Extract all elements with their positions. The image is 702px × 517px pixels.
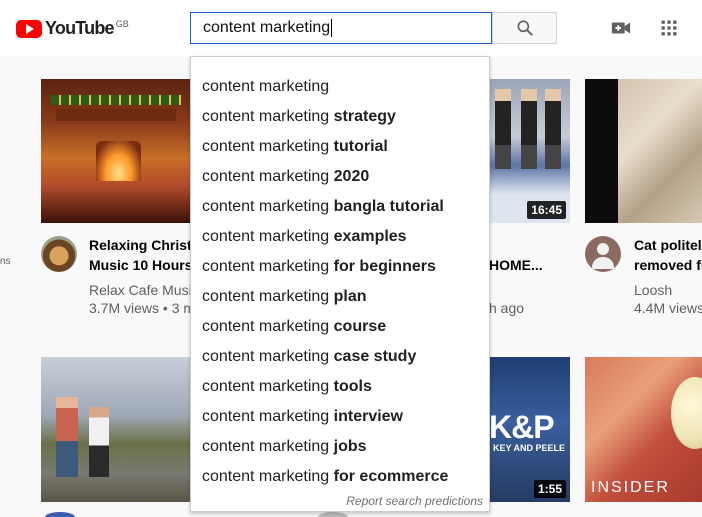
figure-shape	[545, 89, 561, 169]
top-bar: YouTube GB content marketing	[0, 0, 702, 56]
suggestion-completion-text: plan	[333, 288, 367, 305]
youtube-logo[interactable]: YouTube GB	[16, 18, 129, 39]
suggestion-completion-text: bangla tutorial	[333, 198, 444, 215]
apps-grid-icon	[661, 20, 677, 36]
suggestion-item[interactable]: content marketing jobs	[191, 432, 489, 462]
video-title-line[interactable]: Cat politely	[634, 235, 702, 255]
video-thumbnail-dock[interactable]	[41, 357, 190, 502]
video-title-line[interactable]: Music 10 Hours	[89, 255, 190, 275]
figure-shape	[495, 89, 511, 169]
channel-avatar[interactable]	[585, 236, 621, 272]
suggestion-query-text: content marketing	[202, 378, 330, 395]
suggestion-item[interactable]: content marketing for beginners	[191, 252, 489, 282]
suggestion-query-text: content marketing	[202, 198, 330, 215]
channel-name[interactable]: Loosh	[634, 281, 702, 299]
search-button[interactable]	[492, 12, 557, 44]
suggestion-item[interactable]: content marketing bangla tutorial	[191, 192, 489, 222]
suggestion-completion-text: tutorial	[333, 138, 388, 155]
suggestion-completion-text: examples	[333, 228, 407, 245]
suggestion-item[interactable]: content marketing case study	[191, 342, 489, 372]
suggestion-completion-text: course	[333, 318, 387, 335]
fire-shape	[96, 141, 141, 181]
suggestion-item[interactable]: content marketing tutorial	[191, 132, 489, 162]
video-meta: 4.4M views	[634, 300, 702, 316]
suggestion-query-text: content marketing	[202, 348, 330, 365]
suggestion-query-text: content marketing	[202, 168, 330, 185]
channel-avatar-partial[interactable]	[318, 512, 348, 517]
suggestion-item[interactable]: content marketing course	[191, 312, 489, 342]
suggestion-completion-text: case study	[333, 348, 417, 365]
brand-logo-text: INSIDER	[591, 479, 670, 496]
suggestion-item[interactable]: content marketing for ecommerce	[191, 462, 489, 492]
create-video-button[interactable]	[607, 14, 635, 42]
suggestion-query-text: content marketing	[202, 318, 330, 335]
youtube-play-icon	[16, 19, 42, 38]
person-shape	[56, 397, 78, 477]
channel-avatar[interactable]	[41, 236, 77, 272]
search-input[interactable]: content marketing	[190, 12, 492, 44]
suggestion-completion-text: 2020	[333, 168, 370, 185]
suggestion-completion-text: for beginners	[333, 258, 436, 275]
youtube-page: YouTube GB content marketing ns 16:45 Re…	[0, 0, 702, 517]
video-meta: 3.7M views • 3 m	[89, 300, 190, 316]
video-camera-plus-icon	[611, 22, 631, 34]
suggestion-list: content marketing content marketing strat…	[191, 72, 489, 492]
video-thumbnail-basketball[interactable]: 16:45	[489, 79, 570, 223]
search-icon	[517, 20, 533, 36]
apps-button[interactable]	[655, 14, 683, 42]
suggestion-query-text: content marketing	[202, 468, 330, 485]
garland-shape	[51, 95, 181, 105]
channel-avatar-partial[interactable]	[45, 512, 75, 517]
suggestion-completion-text: for ecommerce	[333, 468, 449, 485]
logo-text: YouTube	[45, 18, 115, 38]
suggestion-query-text: content marketing	[202, 108, 330, 125]
suggestion-item[interactable]: content marketing tools	[191, 372, 489, 402]
suggestion-completion-text: strategy	[333, 108, 396, 125]
mantel-shape	[56, 109, 176, 121]
suggestion-query-text: content marketing	[202, 138, 330, 155]
video-meta: h ago	[489, 300, 525, 316]
video-title-line[interactable]: removed fr	[634, 255, 702, 275]
search-suggestions-dropdown: content marketing content marketing strat…	[190, 56, 490, 512]
suggestion-item[interactable]: content marketing interview	[191, 402, 489, 432]
suggestion-completion-text: tools	[333, 378, 372, 395]
video-thumbnail-key-and-peele[interactable]: K&P KEY AND PEELE 1:55	[489, 357, 570, 502]
video-thumbnail-christmas-fireplace[interactable]	[41, 79, 190, 223]
sidebar-edge-text: ns	[0, 256, 11, 267]
video-thumbnail-cat[interactable]	[585, 79, 702, 223]
logo-region: GB	[115, 18, 129, 29]
video-thumbnail-insider[interactable]: INSIDER	[585, 357, 702, 502]
person-shape	[89, 407, 109, 477]
suggestion-completion-text: jobs	[333, 438, 367, 455]
suggestion-item[interactable]: content marketing plan	[191, 282, 489, 312]
suggestion-query-text: content marketing	[202, 78, 330, 95]
video-duration: 16:45	[527, 201, 566, 219]
suggestion-completion-text: interview	[333, 408, 403, 425]
suggestion-item[interactable]: content marketing 2020	[191, 162, 489, 192]
letterbox-bar	[585, 79, 618, 223]
suggestion-query-text: content marketing	[202, 438, 330, 455]
suggestion-item[interactable]: content marketing examples	[191, 222, 489, 252]
brand-logo-subtext: KEY AND PEELE	[493, 443, 566, 453]
video-title-line[interactable]: Relaxing Christm	[89, 235, 190, 255]
report-search-predictions-link[interactable]: Report search predictions	[346, 494, 483, 508]
video-title-line[interactable]: HOME...	[489, 255, 570, 275]
search-input-value: content marketing	[203, 19, 331, 36]
figure-shape	[521, 89, 537, 169]
video-duration: 1:55	[533, 480, 566, 498]
suggestion-query-text: content marketing	[202, 258, 330, 275]
suggestion-query-text: content marketing	[202, 408, 330, 425]
suggestion-query-text: content marketing	[202, 288, 330, 305]
text-caret	[331, 19, 333, 37]
suggestion-query-text: content marketing	[202, 228, 330, 245]
suggestion-item[interactable]: content marketing	[191, 72, 489, 102]
egg-shape	[671, 377, 702, 449]
suggestion-item[interactable]: content marketing strategy	[191, 102, 489, 132]
channel-name[interactable]: Relax Cafe Musi	[89, 281, 190, 299]
brand-logo-text: K&P	[489, 409, 555, 445]
